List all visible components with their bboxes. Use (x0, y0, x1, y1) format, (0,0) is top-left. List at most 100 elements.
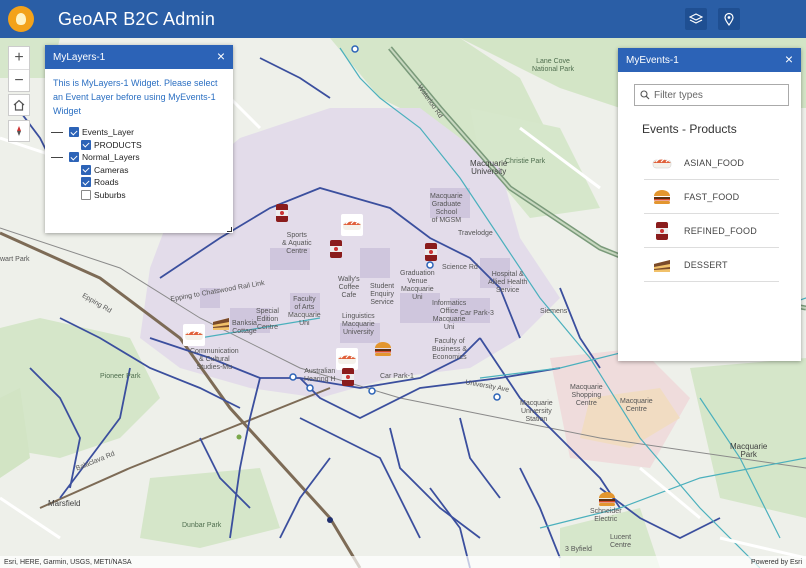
events-widget-header: MyEvents-1 × (618, 48, 801, 72)
normal-layers-label: Normal_Layers (82, 152, 140, 163)
sushi-icon (338, 354, 356, 364)
map-label-special-edition: Special Edition Centre (256, 308, 279, 331)
events-widget: MyEvents-1 × Events - Products ASIAN_FOO… (618, 48, 801, 361)
layers-button[interactable] (685, 8, 707, 30)
sushi-icon (185, 330, 203, 340)
burger-icon (599, 492, 615, 506)
suburbs-checkbox[interactable] (81, 189, 91, 200)
app-logo-icon (8, 6, 34, 32)
map-label-car-park-1: Car Park-1 (380, 373, 414, 380)
burger-icon (375, 342, 391, 356)
filter-types-input[interactable] (654, 89, 774, 101)
can-icon (342, 368, 354, 386)
event-type-refined-food[interactable]: REFINED_FOOD (644, 214, 779, 248)
event-marker-refined-food-4[interactable] (337, 366, 359, 388)
burger-icon (654, 189, 670, 204)
layer-item-products: PRODUCTS (81, 139, 233, 152)
can-icon (656, 221, 668, 240)
powered-by-esri[interactable]: Powered by Esri (751, 559, 802, 566)
event-type-label: DESSERT (684, 259, 728, 270)
can-icon (425, 243, 437, 261)
attribution-sources: Esri, HERE, Garmin, USGS, METI/NASA (4, 558, 132, 566)
event-type-dessert[interactable]: DESSERT (644, 248, 779, 282)
can-icon (330, 240, 342, 258)
compass-button[interactable] (8, 120, 30, 142)
locate-button[interactable] (718, 8, 740, 30)
map-label-faculty-arts: Faculty of Arts Macquarie Uni (288, 296, 321, 327)
event-type-list: ASIAN_FOOD FAST_FOOD REFINED_FOOD DESSER… (644, 146, 779, 282)
layers-widget-header: MyLayers-1 × (45, 45, 233, 69)
layers-widget: MyLayers-1 × This is MyLayers-1 Widget. … (45, 45, 233, 233)
events-heading: Events - Products (642, 122, 737, 136)
map-label-dunbar-park: Dunbar Park (182, 522, 222, 529)
map-label-macquarie-shopping: Macquarie Shopping Centre (570, 384, 603, 407)
collapse-dash-icon[interactable] (51, 156, 63, 158)
layer-item-cameras: Cameras (81, 164, 233, 177)
map-label-stewart-park: wart Park (0, 256, 30, 263)
cameras-label: Cameras (94, 164, 129, 175)
pin-icon (724, 12, 734, 26)
map-label-graduation-venue: Graduation Venue Macquarie Uni (400, 270, 435, 301)
layer-item-suburbs: Suburbs (81, 189, 233, 202)
map-label-pioneer-park: Pioneer Park (100, 373, 141, 380)
events-close-button[interactable]: × (785, 52, 793, 66)
map-label-marsfield: Marsfield (48, 499, 81, 508)
app-title: GeoAR B2C Admin (58, 8, 216, 29)
map-label-wallys-cafe: Wally's Coffee Cafe (338, 276, 360, 299)
event-marker-asian-food-2[interactable] (183, 324, 205, 346)
event-type-fast-food[interactable]: FAST_FOOD (644, 180, 779, 214)
map-label-macquarie-university: Macquarie University (470, 159, 508, 176)
map-label-byfield: 3 Byfield (565, 546, 592, 553)
map-label-communication: Communication & Cultural Studies-Mu (190, 348, 239, 371)
layer-group-normal: Normal_Layers (49, 151, 233, 164)
event-marker-asian-food[interactable] (341, 214, 363, 236)
event-marker-dessert[interactable] (210, 312, 232, 334)
layers-close-button[interactable]: × (217, 49, 225, 63)
map-label-lucent: Lucent Centre (610, 534, 632, 549)
map-label-lane-cove: Lane Cove National Park (532, 58, 575, 73)
home-button[interactable] (8, 94, 30, 116)
event-marker-fast-food-2[interactable] (596, 488, 618, 510)
roads-checkbox[interactable] (81, 177, 91, 188)
event-type-asian-food[interactable]: ASIAN_FOOD (644, 146, 779, 180)
map-label-australian-hearing: Australian Hearing H (304, 368, 336, 383)
zoom-in-button[interactable]: + (9, 47, 29, 69)
map-label-christie-park: Christie Park (505, 158, 546, 165)
map-label-linguistics: Linguistics Macquarie University (342, 313, 375, 336)
compass-icon (17, 126, 21, 136)
layers-widget-title: MyLayers-1 (53, 51, 106, 63)
cake-icon (213, 318, 229, 330)
event-marker-refined-food[interactable] (271, 202, 293, 224)
events-layer-checkbox[interactable] (69, 127, 79, 138)
event-marker-refined-food-3[interactable] (420, 241, 442, 263)
event-type-label: FAST_FOOD (684, 191, 740, 202)
map-label-siemens: Siemens (540, 308, 568, 315)
normal-layers-checkbox[interactable] (69, 152, 79, 163)
map-label-macquarie-park: Macquarie Park (730, 442, 768, 459)
search-icon (640, 90, 650, 100)
map-label-mgsm: Macquarie Graduate School of MGSM (430, 193, 463, 224)
map-label-macquarie-centre: Macquarie Centre (620, 398, 653, 413)
layer-group-events: Events_Layer (49, 126, 233, 139)
map-label-macquarie-station: Macquarie University Station (520, 400, 553, 423)
event-marker-fast-food[interactable] (372, 338, 394, 360)
map-label-student-enquiry: Student Enquiry Service (370, 283, 395, 306)
event-marker-refined-food-2[interactable] (325, 238, 347, 260)
collapse-dash-icon[interactable] (51, 131, 63, 133)
zoom-out-button[interactable]: − (9, 69, 29, 91)
events-layer-label: Events_Layer (82, 127, 134, 138)
cake-icon (654, 259, 670, 272)
zoom-control: + − (8, 46, 30, 92)
events-widget-title: MyEvents-1 (626, 54, 679, 66)
map-label-car-park-3: Car Park-3 (460, 310, 494, 317)
home-icon (13, 99, 25, 111)
products-checkbox[interactable] (81, 139, 91, 150)
filter-types-field[interactable] (634, 84, 789, 106)
map-label-schneider: Schneider Electric (590, 508, 622, 523)
map-label-faculty-business: Faculty of Business & Economics (432, 338, 468, 361)
layer-tree: Events_Layer PRODUCTS Normal_Layers Came… (45, 118, 233, 201)
layer-item-roads: Roads (81, 176, 233, 189)
cameras-checkbox[interactable] (81, 164, 91, 175)
event-type-label: REFINED_FOOD (684, 225, 757, 236)
resize-handle-icon[interactable] (227, 227, 232, 232)
